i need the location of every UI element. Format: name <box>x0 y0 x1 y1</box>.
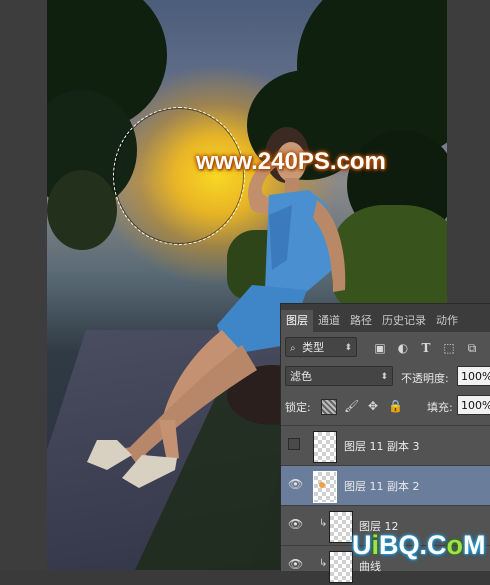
tab-paths[interactable]: 路径 <box>345 310 377 332</box>
opacity-label: 不透明度: <box>401 372 449 385</box>
tab-channels[interactable]: 通道 <box>313 310 345 332</box>
lock-all-icon[interactable]: 🔒 <box>388 399 403 413</box>
filter-type-label: 类型 <box>302 341 325 354</box>
layer-thumbnail <box>313 471 337 503</box>
pixel-filter-icon[interactable]: ▣ <box>373 341 387 355</box>
watermark-part: o <box>446 530 464 560</box>
layer-filter-dropdown[interactable]: ⌕ 类型 ⬍ <box>285 337 357 357</box>
dropdown-arrow-icon: ⬍ <box>380 372 388 382</box>
dropdown-arrow-icon: ⬍ <box>344 343 352 353</box>
elliptical-selection-marquee[interactable] <box>113 107 245 245</box>
layer-name: 图层 11 副本 3 <box>344 440 420 453</box>
watermark-240ps: www.240PS.com <box>196 148 386 175</box>
adjustment-layer-thumbnail <box>329 551 353 583</box>
eye-icon[interactable]: 👁 <box>288 518 303 530</box>
eye-icon[interactable]: 👁 <box>288 558 303 570</box>
layer-row[interactable]: 图层 11 副本 3 <box>281 425 490 465</box>
shape-filter-icon[interactable]: ⬚ <box>442 341 456 355</box>
lock-position-icon[interactable]: ✥ <box>366 399 380 413</box>
lock-transparent-pixels-icon[interactable] <box>321 399 337 415</box>
fill-field[interactable]: 100% <box>457 395 490 415</box>
layer-thumbnail <box>329 511 353 543</box>
smart-object-filter-icon[interactable]: ⧉ <box>465 341 479 355</box>
search-icon: ⌕ <box>290 343 296 354</box>
tab-actions[interactable]: 动作 <box>431 310 463 332</box>
clipping-mask-arrow-icon: ↳ <box>319 558 328 569</box>
watermark-part: i <box>371 530 380 560</box>
watermark-part: M <box>463 530 486 560</box>
clipping-mask-arrow-icon: ↳ <box>319 518 328 529</box>
opacity-field[interactable]: 100% <box>457 366 490 386</box>
type-filter-icon[interactable]: T <box>419 341 433 355</box>
blend-mode-value: 滤色 <box>290 370 312 383</box>
visibility-toggle-empty[interactable] <box>288 438 300 450</box>
blend-mode-dropdown[interactable]: 滤色 ⬍ <box>285 366 393 386</box>
layer-row-selected[interactable]: 👁 图层 11 副本 2 <box>281 465 490 505</box>
panel-tabs: 图层 通道 路径 历史记录 动作 <box>281 304 490 332</box>
tab-layers[interactable]: 图层 <box>281 310 313 332</box>
fill-label: 填充: <box>427 401 453 414</box>
eye-icon[interactable]: 👁 <box>288 478 303 490</box>
watermark-uibq: UiBQ.CoM <box>352 530 486 561</box>
lock-image-pixels-icon[interactable]: 🖌 <box>344 399 359 413</box>
lock-label: 锁定: <box>285 401 311 414</box>
tab-history[interactable]: 历史记录 <box>377 310 431 332</box>
adjustment-filter-icon[interactable]: ◐ <box>396 341 410 355</box>
watermark-part: U <box>352 530 372 560</box>
layer-thumbnail <box>313 431 337 463</box>
watermark-part: BQ.C <box>379 530 447 560</box>
layer-name: 图层 11 副本 2 <box>344 480 420 493</box>
